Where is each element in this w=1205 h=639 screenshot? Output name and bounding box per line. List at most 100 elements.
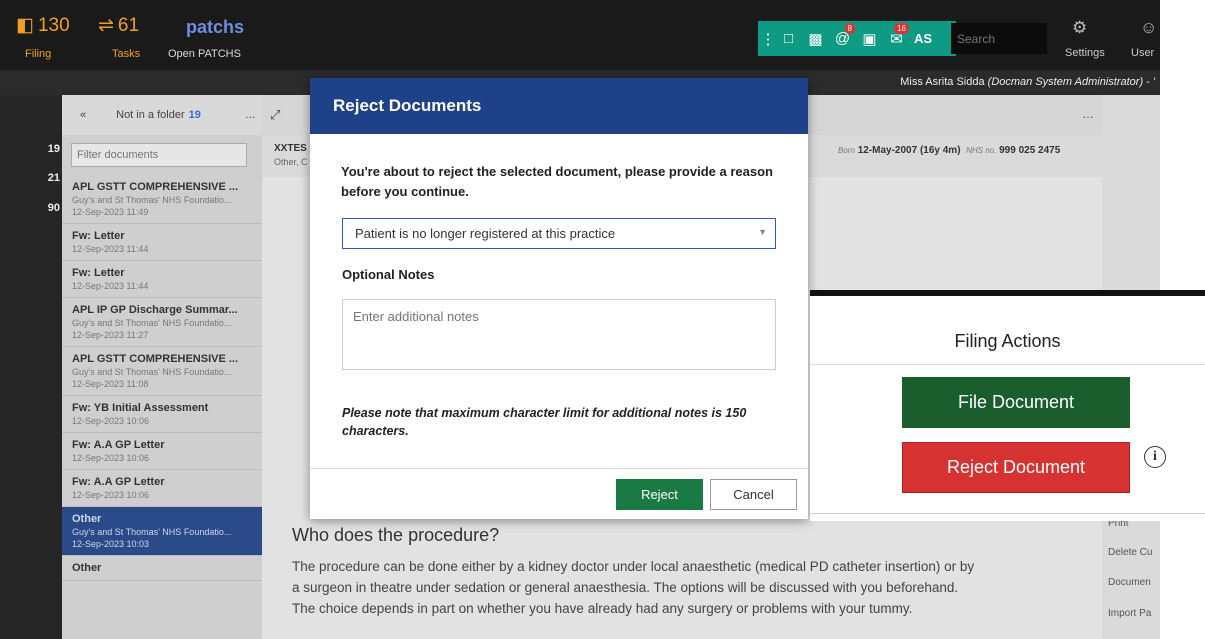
delete-action[interactable]: Delete Cu xyxy=(1102,547,1160,558)
tasks-icon: ⇌ xyxy=(98,15,114,36)
reject-button[interactable]: Reject xyxy=(616,479,703,510)
doc-items: APL GSTT COMPREHENSIVE ... Guy's and St T… xyxy=(62,175,262,581)
patient-id: XXTES xyxy=(274,143,307,154)
filing-counter[interactable]: ◧ 130 xyxy=(16,14,70,37)
dob-area: Born 12-May-2007 (16y 4m) NHS no. 999 02… xyxy=(838,145,1061,156)
settings-label[interactable]: Settings xyxy=(1065,47,1105,59)
more-vertical-icon[interactable]: ⋮ xyxy=(761,26,776,51)
modal-footer: Reject Cancel xyxy=(310,468,808,519)
doc-paragraph: a surgeon in theatre under sedation or g… xyxy=(292,580,959,595)
reject-document-button[interactable]: Reject Document xyxy=(902,442,1130,493)
patient-sub: Other, C xyxy=(274,157,308,167)
chat-icon[interactable]: □ xyxy=(776,26,801,51)
video-icon[interactable]: ▩ xyxy=(803,26,828,51)
doc-title: APL IP GP Discharge Summar... xyxy=(72,304,238,316)
mention-icon[interactable]: @8 xyxy=(830,23,855,51)
doc-list-item[interactable]: Other Guy's and St Thomas' NHS Foundatio.… xyxy=(62,507,262,556)
doc-org: Guy's and St Thomas' NHS Foundatio... xyxy=(72,318,232,328)
document-action[interactable]: Documen xyxy=(1102,577,1160,588)
doc-list-item[interactable]: Fw: A.A GP Letter 12-Sep-2023 10:06 xyxy=(62,433,262,470)
messages-icon[interactable]: ✉ 16 xyxy=(884,23,909,51)
more-icon[interactable]: … xyxy=(245,109,256,121)
doc-title: Fw: Letter xyxy=(72,267,125,279)
doc-paragraph: The procedure can be done either by a ki… xyxy=(292,559,975,574)
collapse-icon[interactable]: « xyxy=(80,109,86,121)
doc-paragraph: The choice depends in part on whether yo… xyxy=(292,601,913,616)
doc-title: Other xyxy=(72,513,102,525)
filter-input[interactable] xyxy=(71,143,247,167)
cancel-button[interactable]: Cancel xyxy=(710,479,797,510)
logged-in-user: Miss Asrita Sidda (Docman System Adminis… xyxy=(900,76,1155,88)
doc-org: Guy's and St Thomas' NHS Foundatio... xyxy=(72,367,232,377)
inbox-icon[interactable]: ▣ xyxy=(857,26,882,51)
tasks-counter[interactable]: ⇌ 61 xyxy=(98,14,139,37)
doc-date: 12-Sep-2023 11:08 xyxy=(72,379,149,389)
modal-message: You're about to reject the selected docu… xyxy=(341,164,773,199)
left-nav: 19 21 90 xyxy=(0,95,62,639)
doc-list-item[interactable]: APL IP GP Discharge Summar... Guy's and S… xyxy=(62,298,262,347)
user-initials[interactable]: AS xyxy=(914,31,932,46)
doc-org: Guy's and St Thomas' NHS Foundatio... xyxy=(72,527,232,537)
tasks-label: Tasks xyxy=(112,48,141,60)
top-bar: ◧ 130 Filing ⇌ 61 Tasks patchs Open PATCHS… xyxy=(0,0,1160,70)
nav-count[interactable]: 19 xyxy=(20,143,60,155)
reason-select[interactable]: Patient is no longer registered at this … xyxy=(342,218,776,249)
doc-list-item[interactable]: Fw: A.A GP Letter 12-Sep-2023 10:06 xyxy=(62,470,262,507)
toolbar-group: ⋮ □ ▩ @8 ▣ ✉ 16 AS xyxy=(758,21,956,56)
doc-list-item[interactable]: APL GSTT COMPREHENSIVE ... Guy's and St T… xyxy=(62,347,262,396)
info-icon[interactable]: i xyxy=(1144,446,1166,468)
doclist-header: « Not in a folder 19 … xyxy=(62,95,262,135)
doc-list-item[interactable]: Other xyxy=(62,556,262,581)
document-list: « Not in a folder 19 … APL GSTT COMPREHE… xyxy=(62,95,262,639)
reject-documents-modal: Reject Documents You're about to reject … xyxy=(310,78,808,519)
doc-org: Guy's and St Thomas' NHS Foundatio... xyxy=(72,195,232,205)
reason-value: Patient is no longer registered at this … xyxy=(355,226,616,241)
doc-date: 12-Sep-2023 11:44 xyxy=(72,281,149,291)
expand-icon[interactable]: ⤢ xyxy=(270,107,280,123)
chevron-down-icon: ▼ xyxy=(758,227,767,237)
doc-list-item[interactable]: Fw: Letter 12-Sep-2023 11:44 xyxy=(62,224,262,261)
messages-badge: 16 xyxy=(894,23,909,34)
doc-date: 12-Sep-2023 10:06 xyxy=(72,490,150,500)
filing-actions-title: Filing Actions xyxy=(954,331,1061,351)
more-icon[interactable]: … xyxy=(1082,107,1094,121)
doc-title: Other xyxy=(72,562,102,574)
mention-badge: 8 xyxy=(844,23,855,34)
user-icon[interactable]: ☺ xyxy=(1140,18,1157,38)
patchs-logo[interactable]: patchs xyxy=(186,17,244,38)
notes-textarea[interactable] xyxy=(342,299,776,370)
divider xyxy=(810,513,1205,514)
gear-icon[interactable]: ⚙ xyxy=(1072,18,1087,38)
doc-title: Fw: A.A GP Letter xyxy=(72,439,165,451)
nav-count[interactable]: 21 xyxy=(20,172,60,184)
doc-date: 12-Sep-2023 10:06 xyxy=(72,453,150,463)
open-patchs-link[interactable]: Open PATCHS xyxy=(168,48,241,60)
char-limit-note: Please note that maximum character limit… xyxy=(342,406,747,438)
doc-heading: Who does the procedure? xyxy=(292,525,500,545)
doc-date: 12-Sep-2023 10:06 xyxy=(72,416,150,426)
divider xyxy=(810,364,1205,365)
doc-date: 12-Sep-2023 11:44 xyxy=(72,244,149,254)
nav-count[interactable]: 90 xyxy=(20,202,60,214)
filing-actions-panel: Filing Actions File Document Reject Docu… xyxy=(810,290,1205,521)
doc-title: APL GSTT COMPREHENSIVE ... xyxy=(72,181,239,193)
doc-list-item[interactable]: Fw: Letter 12-Sep-2023 11:44 xyxy=(62,261,262,298)
doc-list-item[interactable]: APL GSTT COMPREHENSIVE ... Guy's and St T… xyxy=(62,175,262,224)
doc-title: APL GSTT COMPREHENSIVE ... xyxy=(72,353,239,365)
doc-list-item[interactable]: Fw: YB Initial Assessment 12-Sep-2023 10:… xyxy=(62,396,262,433)
doc-title: Fw: Letter xyxy=(72,230,125,242)
folder-label: Not in a folder xyxy=(116,109,185,121)
filing-label: Filing xyxy=(25,48,52,60)
user-label[interactable]: User xyxy=(1131,47,1154,59)
search-input[interactable] xyxy=(951,23,1047,54)
folder-count: 19 xyxy=(188,109,201,121)
file-document-button[interactable]: File Document xyxy=(902,377,1130,428)
modal-title: Reject Documents xyxy=(310,78,808,134)
doc-date: 12-Sep-2023 11:49 xyxy=(72,207,149,217)
doc-date: 12-Sep-2023 11:27 xyxy=(72,330,149,340)
import-action[interactable]: Import Pa xyxy=(1102,608,1160,619)
doc-title: Fw: A.A GP Letter xyxy=(72,476,165,488)
notes-label: Optional Notes xyxy=(342,267,435,282)
doc-title: Fw: YB Initial Assessment xyxy=(72,402,209,414)
doc-date: 12-Sep-2023 10:03 xyxy=(72,539,150,549)
